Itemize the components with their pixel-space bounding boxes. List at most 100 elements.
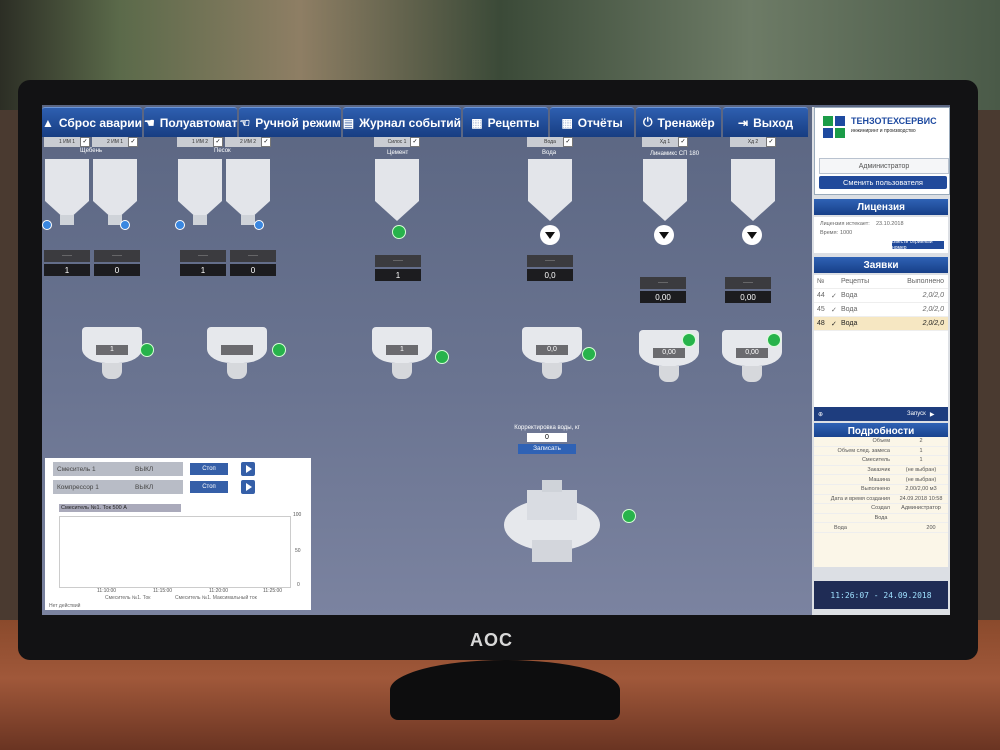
hopper-checkbox[interactable]: ✓ [261,137,271,147]
hand-auto-icon: ☚ [143,115,155,130]
runtime-label: 2 ч. 11 м. [260,466,286,472]
legend-entry: Смеситель №1. Ток [105,595,151,601]
orders-header-row: № Рецепты Выполнено [814,275,948,289]
detail-row: Дата и время создания 24.09.2018 10:58 [814,495,948,505]
hopper-checkbox[interactable]: ✓ [80,137,90,147]
hopper-body [93,159,137,201]
warning-icon: ▲ [42,115,54,130]
change-user-button[interactable]: Сменить пользователя [819,176,947,189]
trainer-button[interactable]: ⏻ Тренажёр [636,107,722,137]
hopper-gate [241,215,255,225]
exit-button[interactable]: ⇥ Выход [723,107,808,137]
active-indicator-icon [272,343,286,357]
hopper-checkbox[interactable]: ✓ [410,137,420,147]
hopper-checkbox[interactable]: ✓ [563,137,573,147]
table-row-selected[interactable]: 48 ✓ Вода 2,0/2,0 [814,317,948,331]
y-tick: 100 [293,512,302,518]
readout: ----- 0 [230,250,276,276]
water-correction-title: Корректировка воды, кг [514,425,580,431]
status-dot [120,220,130,230]
readout: ----- 0 [94,250,140,276]
hopper-gate [60,215,74,225]
check-icon: ✓ [831,292,837,300]
write-button[interactable]: Записать [518,444,576,454]
detail-row: Выполнено 2,00/2,00 м3 [814,485,948,495]
stop-button[interactable]: Стоп [190,463,228,475]
mixer-row-2: Компрессор 1 ВЫКЛ [53,480,183,494]
hopper-body [226,159,270,201]
mixer-chart-panel: Смеситель 1 ВЫКЛ Стоп 2 ч. 11 м. Компрес… [45,458,311,610]
table-row[interactable]: 44 ✓ Вода 2,0/2,0 [814,289,948,303]
active-indicator-icon [682,333,696,347]
table-row[interactable]: 45 ✓ Вода 2,0/2,0 [814,303,948,317]
license-time-label: Время: [820,230,839,236]
hopper-checkbox[interactable]: ✓ [128,137,138,147]
hopper-cone [731,201,775,221]
material-label: Цемент [387,150,409,156]
mixer-row-1: Смеситель 1 ВЫКЛ [53,462,183,476]
journal-icon: ▤ [342,115,355,130]
hopper-checkbox[interactable]: ✓ [766,137,776,147]
status-dot [254,220,264,230]
valve-closed-icon[interactable] [654,225,674,245]
hopper-body [528,159,572,201]
detail-subheader: Вода [814,514,948,524]
material-label: Вода [542,150,557,156]
material-label: Линамикс СП 180 [650,151,700,157]
company-logo-icon [823,116,845,138]
reports-button[interactable]: ▦ Отчёты [549,107,635,137]
scale-bin[interactable]: 1 [372,327,432,382]
valve-closed-icon[interactable] [742,225,762,245]
scale-bin[interactable]: 1 [82,327,142,382]
reset-alarm-button[interactable]: ▲ Сброс аварии [42,107,142,137]
water-correction-input[interactable]: 0 [527,433,567,442]
hopper-cone [643,201,687,221]
detail-row: Смеситель 1 [814,456,948,466]
semi-auto-button[interactable]: ☚ Полуавтомат [143,107,238,137]
play-button[interactable] [241,462,255,476]
play-button[interactable] [241,480,255,494]
status-footer: Нет действий [49,603,81,609]
play-icon[interactable]: ▶ [930,411,935,418]
active-indicator-icon [392,225,406,239]
readout: ----- 1 [180,250,226,276]
detail-row: Заказчик (не выбран) [814,466,948,476]
scale-bin[interactable] [207,327,267,382]
reports-icon: ▦ [561,115,573,130]
valve-closed-icon[interactable] [540,225,560,245]
detail-row: Объем след. замеса 1 [814,447,948,457]
recipes-button[interactable]: ▦ Рецепты [462,107,548,137]
hopper-checkbox[interactable]: ✓ [213,137,223,147]
hopper-checkbox[interactable]: ✓ [678,137,688,147]
details-table: Объем 2 Объем след. замеса 1 Смеситель 1 За… [814,437,948,567]
hopper-cone [528,201,572,221]
hopper-cone [375,201,419,221]
x-tick: 11:20:00 [209,588,229,594]
readout: ----- 0,00 [640,277,686,303]
hopper-2-im2[interactable]: 2 ИМ 2 ✓ [225,137,271,227]
hand-icon: ☜ [239,115,251,130]
hopper-body [45,159,89,201]
orders-table: № Рецепты Выполнено 44 ✓ Вода 2,0/2,0 45 ✓ … [814,275,948,407]
active-indicator-icon [435,350,449,364]
check-icon: ✓ [831,306,837,314]
start-label[interactable]: Запуск [907,411,926,417]
enter-serial-button[interactable]: Ввести серийный номер [892,239,944,251]
hopper-body [178,159,222,201]
manual-mode-button[interactable]: ☜ Ручной режим [239,107,341,137]
y-tick: 50 [295,548,301,554]
event-log-button[interactable]: ▤ Журнал событий [342,107,461,137]
additive-2[interactable]: Хд 2 ✓ [730,137,776,227]
stop-button[interactable]: Стоп [190,481,228,493]
scale-bin[interactable]: 0,0 [522,327,582,382]
mixer-graphic[interactable] [497,480,607,570]
x-tick: 11:15:00 [153,588,173,594]
active-indicator-icon [140,343,154,357]
readout: ----- 1 [375,255,421,281]
active-indicator-icon [582,347,596,361]
add-icon[interactable]: ⊕ [818,411,823,418]
license-expires-label: Лицензия истекает: [820,221,870,227]
x-tick: 11:10:00 [97,588,117,594]
readout: ----- 0,00 [725,277,771,303]
hopper-body [643,159,687,201]
